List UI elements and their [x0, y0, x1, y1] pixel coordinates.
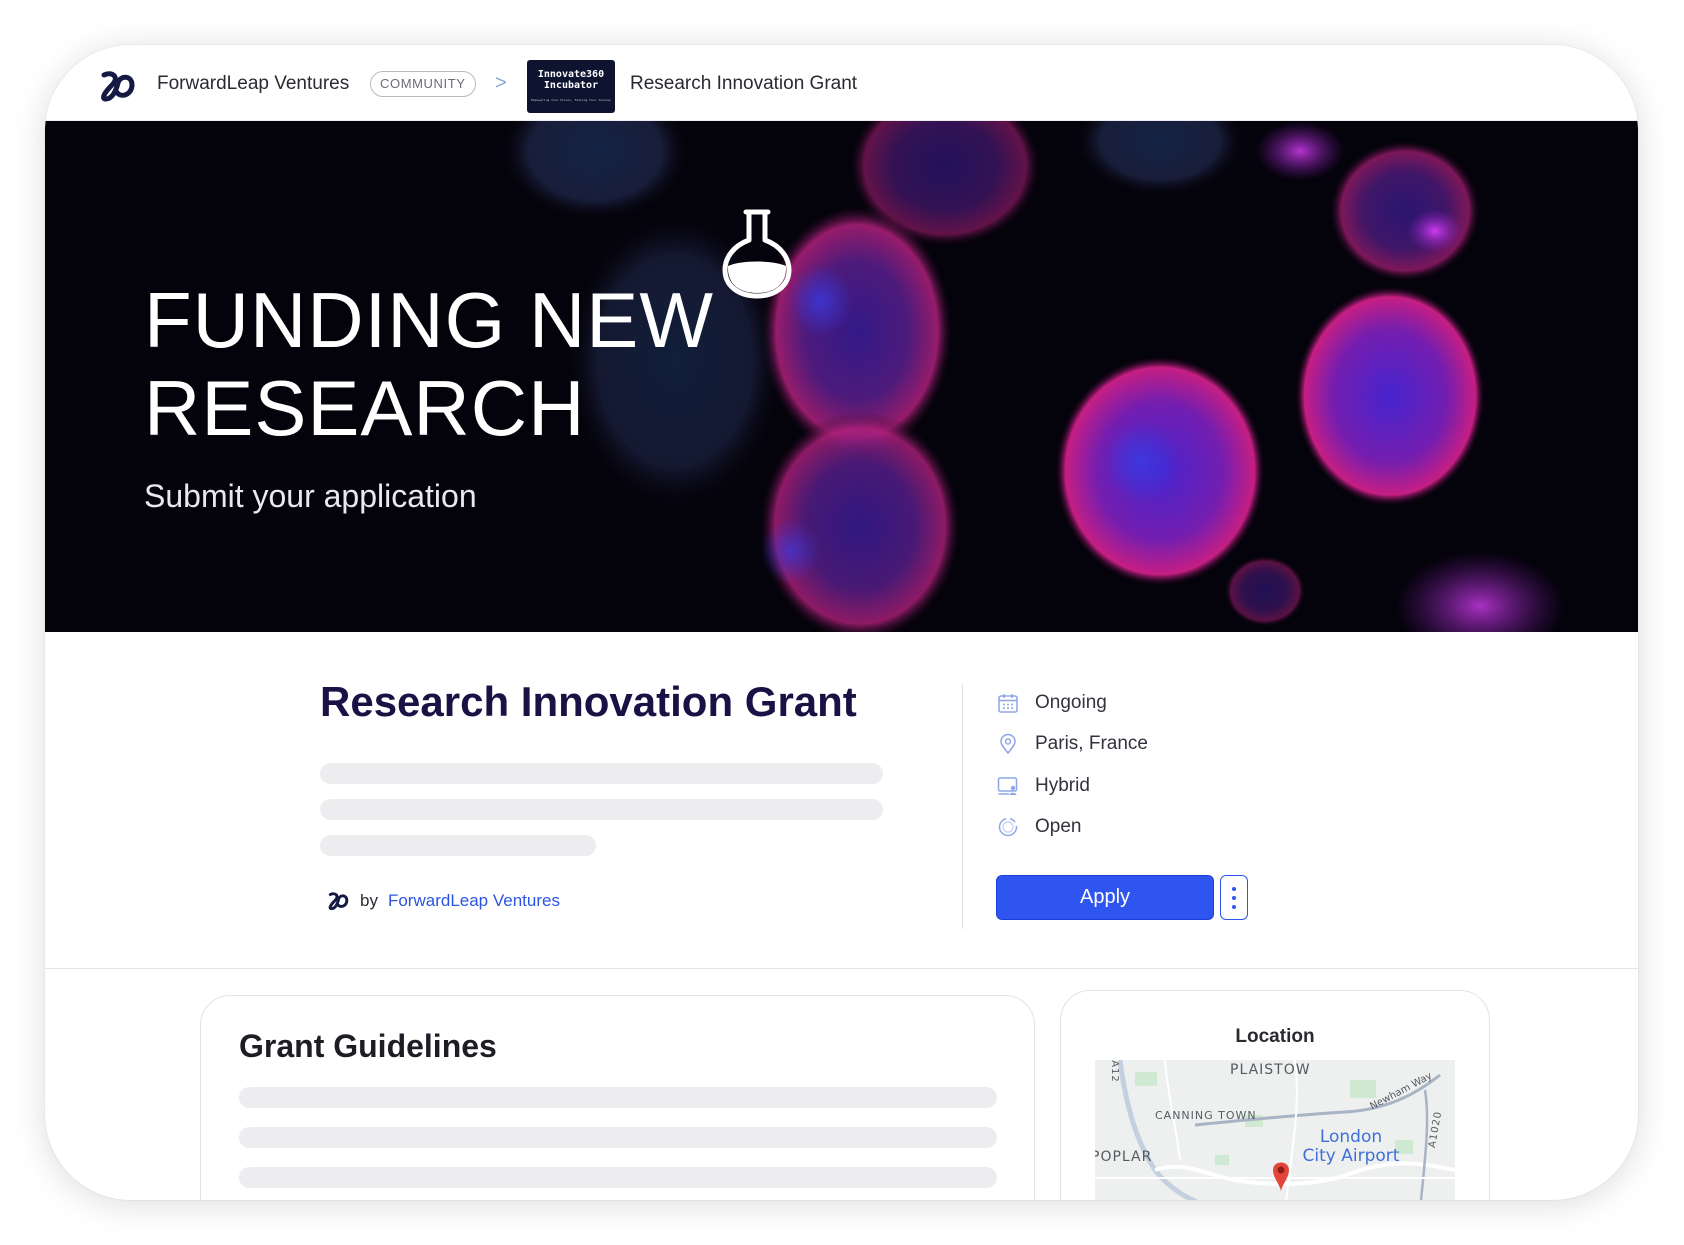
hero-banner: FUNDING NEW RESEARCH Submit your applica…	[45, 121, 1638, 632]
hero-title: FUNDING NEW RESEARCH	[144, 276, 714, 452]
map-label-plaistow: PLAISTOW	[1230, 1062, 1311, 1078]
description-skeleton-line	[320, 799, 883, 820]
meta-availability-text: Open	[1035, 816, 1082, 837]
meta-format: Hybrid	[997, 775, 1090, 797]
location-card: Location PLAISTOW CANNING TOWN POPLAR Lo…	[1060, 990, 1490, 1200]
incubator-logo-tagline: Empowering Your Vision, Fueling Your Jou…	[531, 98, 611, 102]
meta-status: Ongoing	[997, 692, 1107, 714]
org-name-link[interactable]: ForwardLeap Ventures	[157, 73, 349, 95]
forwardleap-logo-icon	[328, 892, 349, 911]
incubator-logo-line1: Innovate360	[537, 69, 605, 80]
description-skeleton-line	[320, 763, 883, 784]
guidelines-skeleton-line	[239, 1167, 997, 1188]
more-options-icon[interactable]	[1220, 875, 1248, 920]
map-pin-icon	[1000, 733, 1016, 755]
guidelines-card: Grant Guidelines	[200, 995, 1035, 1200]
chevron-right-icon: >	[495, 72, 507, 94]
meta-availability: Open	[997, 816, 1081, 838]
guidelines-skeleton-line	[239, 1087, 997, 1108]
map-label-airport: London City Airport	[1302, 1127, 1400, 1166]
hybrid-icon	[997, 777, 1018, 795]
grant-details: Research Innovation Grant by ForwardLeap…	[45, 632, 1638, 969]
incubator-logo[interactable]: Innovate360 Incubator Empowering Your Vi…	[527, 60, 615, 113]
organizer-line: by ForwardLeap Ventures	[326, 891, 560, 911]
flask-icon	[722, 209, 792, 299]
vertical-divider	[962, 684, 963, 929]
forwardleap-logo-icon[interactable]	[98, 69, 136, 103]
meta-format-text: Hybrid	[1035, 775, 1090, 796]
breadcrumb-current-page: Research Innovation Grant	[630, 73, 858, 94]
meta-location-text: Paris, France	[1035, 733, 1148, 754]
grant-title: Research Innovation Grant	[320, 678, 857, 725]
calendar-icon	[998, 694, 1018, 713]
location-title: Location	[1235, 1026, 1315, 1047]
map-label-canning-town: CANNING TOWN	[1155, 1109, 1257, 1122]
meta-status-text: Ongoing	[1035, 692, 1107, 713]
map-label-a12: A12	[1108, 1060, 1120, 1083]
location-map[interactable]: PLAISTOW CANNING TOWN POPLAR London City…	[1095, 1060, 1455, 1200]
community-badge: COMMUNITY	[370, 71, 476, 97]
guidelines-title: Grant Guidelines	[239, 1028, 497, 1064]
description-skeleton-line	[320, 835, 596, 856]
incubator-logo-line2: Incubator	[543, 80, 599, 91]
guidelines-skeleton-line	[239, 1127, 997, 1148]
meta-location: Paris, France	[997, 733, 1148, 755]
breadcrumb: ForwardLeap Ventures COMMUNITY > Innovat…	[45, 45, 1638, 121]
map-label-poplar: POPLAR	[1095, 1149, 1153, 1165]
organizer-link[interactable]: ForwardLeap Ventures	[388, 891, 560, 911]
open-status-icon	[998, 817, 1018, 837]
hero-subtitle: Submit your application	[144, 478, 477, 514]
by-label: by	[360, 891, 378, 910]
apply-button[interactable]: Apply	[996, 875, 1214, 920]
map-tiles	[1095, 1060, 1455, 1200]
app-window: ForwardLeap Ventures COMMUNITY > Innovat…	[45, 45, 1638, 1200]
